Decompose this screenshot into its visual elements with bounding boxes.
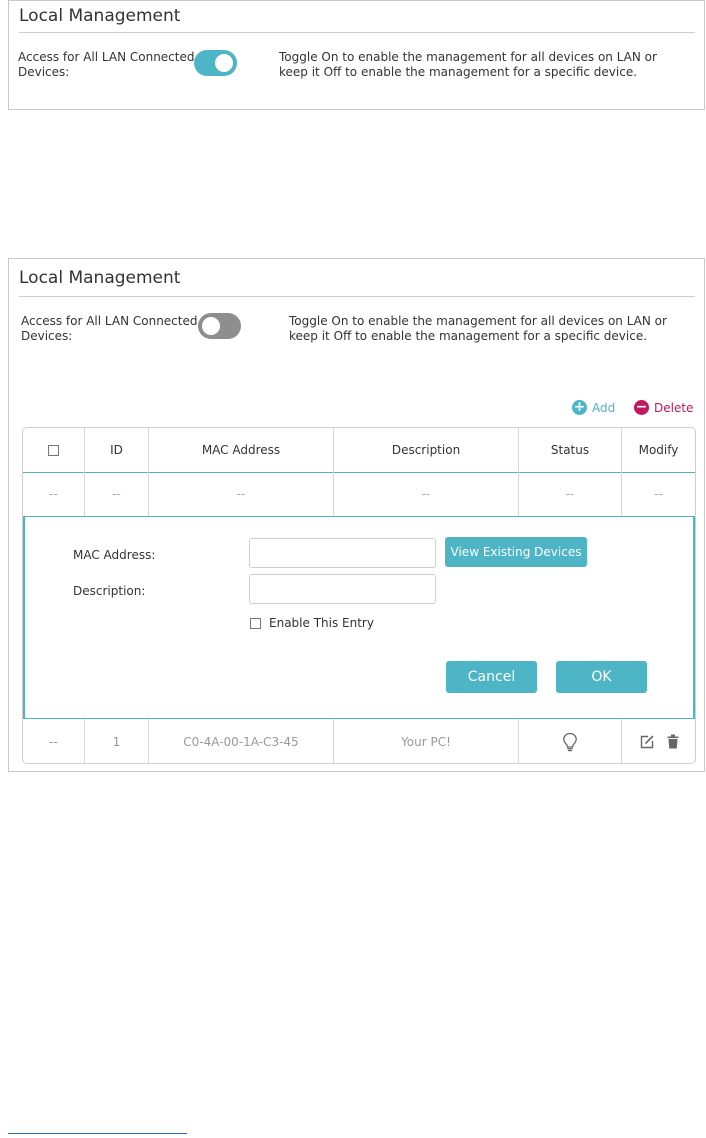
access-all-lan-toggle[interactable] [194,50,237,76]
description-label: Description: [73,584,146,598]
toggle-knob [202,317,220,335]
toggle-description: Toggle On to enable the management for a… [279,50,657,79]
edit-icon[interactable] [639,734,655,750]
description-cell: Your PC! [334,719,519,763]
table-row: -- 1 C0-4A-00-1A-C3-45 Your PC! [23,718,695,763]
select-cell: -- [23,719,85,763]
header-status: Status [519,428,622,472]
entry-edit-form: MAC Address: View Existing Devices Descr… [23,517,695,718]
access-all-lan-label: Access for All LAN Connected Devices: [18,50,195,79]
header-id: ID [85,428,149,472]
mac-cell: C0-4A-00-1A-C3-45 [149,719,334,763]
select-all-checkbox[interactable] [48,444,59,456]
table-cell: -- [334,472,519,516]
table-row-new: -- -- -- -- -- -- [23,472,695,517]
device-table: ID MAC Address Description Status Modify… [22,427,696,764]
status-cell [519,719,622,763]
add-button[interactable]: + Add [572,400,615,415]
modify-cell [622,719,695,763]
access-all-lan-toggle[interactable] [198,313,241,339]
view-existing-devices-button[interactable]: View Existing Devices [445,537,587,567]
enable-entry-option[interactable]: Enable This Entry [250,616,374,630]
header-select-cell [23,428,85,472]
local-management-panel-on: Local Management Access for All LAN Conn… [8,0,705,110]
toggle-knob [215,54,233,72]
title-divider [19,32,695,33]
ok-button[interactable]: OK [556,661,647,693]
mac-address-input[interactable] [249,538,436,568]
header-mac-address: MAC Address [149,428,334,472]
header-modify: Modify [638,443,679,457]
table-cell: -- [85,472,149,516]
footnote-divider [8,1133,187,1134]
title-divider [19,296,695,297]
cancel-button[interactable]: Cancel [446,661,537,693]
delete-button[interactable]: − Delete [634,400,693,415]
panel-title: Local Management [19,6,181,26]
table-cell: -- [654,487,663,501]
header-description: Description [334,428,519,472]
lightbulb-icon[interactable] [562,732,578,752]
add-label: Add [592,400,616,415]
enable-entry-checkbox[interactable] [250,617,261,629]
toggle-description: Toggle On to enable the management for a… [289,314,667,343]
table-cell: -- [23,472,85,516]
local-management-panel-off: Local Management Access for All LAN Conn… [8,258,705,772]
trash-icon[interactable] [667,734,679,749]
description-input[interactable] [249,574,436,604]
minus-circle-icon: − [634,399,649,415]
mac-address-label: MAC Address: [73,548,156,562]
table-cell: -- [149,472,334,516]
table-header-row: ID MAC Address Description Status Modify [23,428,695,473]
access-all-lan-label: Access for All LAN Connected Devices: [21,314,198,343]
plus-circle-icon: + [572,399,587,415]
delete-label: Delete [654,400,694,415]
panel-title: Local Management [19,268,181,288]
table-cell: -- [519,472,622,516]
enable-entry-label: Enable This Entry [269,616,374,630]
id-cell: 1 [85,719,149,763]
